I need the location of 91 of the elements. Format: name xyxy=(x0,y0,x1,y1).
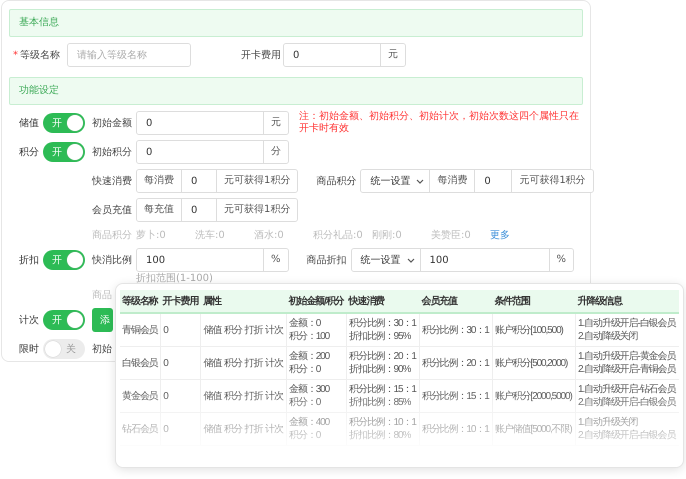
field-label: 商品积分 xyxy=(316,174,358,188)
input-field[interactable]: 0 xyxy=(283,43,381,67)
hint-text: 折扣范围(1-100) xyxy=(136,272,213,284)
table-cell: 积分比例：30：1 折扣比例：95% xyxy=(346,313,420,346)
section-header: 基本信息 xyxy=(9,9,583,37)
field-label: 商品积分 xyxy=(92,228,133,242)
column-header: 初始金额/积分 xyxy=(286,290,347,313)
field-label: 快消比例 xyxy=(92,254,133,267)
table-cell: 1.自动升级开启-黄金会员 2.自动降级开启-青铜会员 xyxy=(575,346,679,380)
table-cell: 1.自动升级关闭 2.自动降级开启-白银会员 xyxy=(575,412,679,446)
note-text: 注：初始金额、初始积分、初始计次，初始次数这四个属性只在开卡时有效 xyxy=(299,111,579,135)
table-cell: 账户积分[100,500) xyxy=(492,313,576,346)
column-header: 等级名称 xyxy=(120,290,161,313)
table-cell: 1.自动升级开启-白银会员 2.自动降级关闭 xyxy=(575,313,679,346)
field-label: 储值 xyxy=(18,116,40,130)
table-cell: 0 xyxy=(160,412,201,446)
input-addon: 分 xyxy=(263,140,289,164)
column-header: 属性 xyxy=(200,290,287,313)
input-addon: % xyxy=(263,248,289,272)
input-addon: 元可获得1积分 xyxy=(216,169,298,193)
goods-item: 美赞臣:0 xyxy=(431,228,472,242)
input-addon: 每消费 xyxy=(429,169,476,193)
input-field[interactable]: 100 xyxy=(136,248,264,272)
field-label: 初始 xyxy=(92,342,112,356)
table-cell: 0 xyxy=(160,346,201,380)
table-cell: 1.自动升级开启-钻石会员 2.自动降级开启-白银会员 xyxy=(575,380,679,412)
table-cell: 金额：200 积分：0 xyxy=(286,346,347,380)
required-mark: * xyxy=(13,50,18,61)
table-cell: 账户积分[2000,5000) xyxy=(492,380,576,412)
input-field[interactable]: 0 xyxy=(181,198,217,222)
input-addon: 每消费 xyxy=(136,169,182,193)
goods-item: 酒水:0 xyxy=(254,228,285,242)
table-cell: 金额：300 积分：0 xyxy=(286,380,347,412)
input-addon: 元可获得1积分 xyxy=(216,198,298,222)
table-cell: 积分比例：10：1 折扣比例：80% xyxy=(346,412,420,446)
input-field[interactable]: 0 xyxy=(136,140,264,164)
field-label: 折扣 xyxy=(18,254,40,267)
goods-item: 萝卜:0 xyxy=(136,228,167,242)
field-label: 初始金额 xyxy=(92,116,133,130)
table-cell: 0 xyxy=(160,380,201,412)
input-addon: 每充值 xyxy=(136,198,182,222)
table-cell: 0 xyxy=(160,313,201,346)
field-label: 开卡费用 xyxy=(241,48,282,62)
goods-item: 刚刚:0 xyxy=(372,229,403,242)
table-cell: 金额：0 积分：100 xyxy=(286,313,347,346)
column-header: 升降级信息 xyxy=(575,290,679,313)
field-label: 积分 xyxy=(18,146,40,159)
table-cell: 积分比例：20：1 折扣比例：90% xyxy=(346,346,420,380)
table-cell: 青铜会员 xyxy=(120,313,161,346)
goods-item: 洗车:0 xyxy=(195,228,226,242)
more-link[interactable]: 更多 xyxy=(490,228,510,242)
field-label: 计次 xyxy=(18,314,40,327)
input-addon: 元 xyxy=(263,111,289,135)
column-header: 会员充值 xyxy=(419,290,492,313)
table-cell: 钻石会员 xyxy=(120,412,161,446)
field-label: 会员充值 xyxy=(92,204,133,217)
table-cell: 账户积分[500,2000) xyxy=(492,346,576,380)
table-cell: 积分比例：30：1 xyxy=(419,313,492,346)
chevron-down-icon xyxy=(406,258,415,262)
input-field[interactable]: 请输入等级名称 xyxy=(67,43,191,67)
input-addon: % xyxy=(548,248,574,272)
table-cell: 储值 积分 打折 计次 xyxy=(200,412,287,446)
table-cell: 储值 积分 打折 计次 xyxy=(200,313,287,346)
input-field[interactable]: 0 xyxy=(474,169,512,193)
table-cell: 储值 积分 打折 计次 xyxy=(200,380,287,412)
field-label: * 等级名称 xyxy=(12,49,61,62)
input-addon: 元 xyxy=(380,43,406,67)
column-header: 快速消费 xyxy=(346,290,420,313)
field-label: 限时 xyxy=(18,342,40,356)
input-field[interactable]: 100 xyxy=(420,248,550,272)
table-cell: 积分比例：10：1 xyxy=(419,412,492,446)
table-cell: 积分比例：15：1 xyxy=(419,380,492,412)
column-header: 开卡费用 xyxy=(160,290,201,313)
section-header: 功能设定 xyxy=(9,77,583,105)
goods-item: 积分礼品:0 xyxy=(313,228,364,242)
input-addon: 元可获得1积分 xyxy=(511,169,594,193)
field-label: 商品 xyxy=(92,288,112,302)
table-cell: 账户储值[5000,不限) xyxy=(492,412,576,446)
field-label: 快速消费 xyxy=(92,174,133,188)
table-cell: 金额：400 积分：0 xyxy=(286,412,347,446)
input-field[interactable]: 0 xyxy=(136,111,264,135)
chevron-down-icon xyxy=(416,178,424,184)
table-cell: 储值 积分 打折 计次 xyxy=(200,346,287,380)
table-cell: 积分比例：20：1 xyxy=(419,346,492,380)
table-cell: 积分比例：15：1 折扣比例：85% xyxy=(346,380,420,412)
input-field[interactable]: 0 xyxy=(181,169,217,193)
table-cell: 黄金会员 xyxy=(120,380,161,412)
field-label: 商品折扣 xyxy=(306,254,348,267)
table-cell: 白银会员 xyxy=(120,346,161,380)
field-label: 初始积分 xyxy=(92,146,133,159)
column-header: 条件范围 xyxy=(492,290,576,313)
